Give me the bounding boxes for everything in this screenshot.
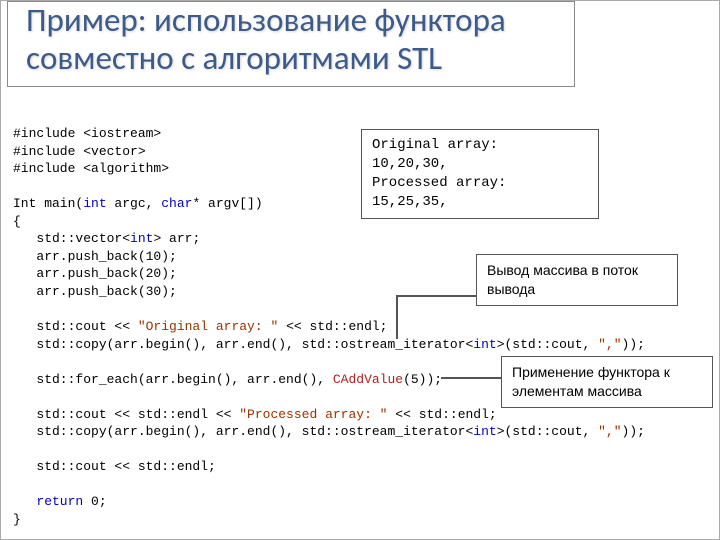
code-line: return 0;: [13, 494, 107, 509]
slide: Пример: использование функтора совместно…: [0, 0, 720, 540]
callout-stream: Вывод массива в поток вывода: [476, 254, 678, 306]
code-line: arr.push_back(20);: [13, 266, 177, 281]
code-line: arr.push_back(30);: [13, 284, 177, 299]
output-line: 15,25,35,: [372, 193, 588, 212]
title-box: Пример: использование функтора совместно…: [7, 1, 575, 87]
connector-line: [396, 295, 476, 297]
code-line: std::cout << std::endl << "Processed arr…: [13, 407, 497, 422]
code-block: #include <iostream> #include <vector> #i…: [13, 125, 707, 529]
code-line: Int main(int argc, char* argv[]): [13, 196, 263, 211]
code-line: }: [13, 512, 21, 527]
connector-line: [441, 377, 501, 379]
content-area: #include <iostream> #include <vector> #i…: [13, 125, 707, 529]
callout-functor: Применение функтора к элементам массива: [501, 356, 713, 408]
code-line: #include <vector>: [13, 144, 146, 159]
output-line: Original array:: [372, 136, 588, 155]
slide-title: Пример: использование функтора совместно…: [26, 2, 556, 78]
connector-line: [396, 295, 398, 339]
code-line: std::for_each(arr.begin(), arr.end(), CA…: [13, 372, 442, 387]
callout-text: Вывод массива в поток вывода: [487, 262, 638, 297]
code-line: std::copy(arr.begin(), arr.end(), std::o…: [13, 424, 645, 439]
code-line: #include <iostream>: [13, 126, 161, 141]
output-line: Processed array:: [372, 174, 588, 193]
callout-text: Применение функтора к элементам массива: [512, 364, 670, 399]
code-line: std::cout << std::endl;: [13, 459, 216, 474]
code-line: std::cout << "Original array: " << std::…: [13, 319, 387, 334]
code-line: {: [13, 214, 21, 229]
code-line: #include <algorithm>: [13, 161, 169, 176]
code-line: std::copy(arr.begin(), arr.end(), std::o…: [13, 337, 645, 352]
code-line: std::vector<int> arr;: [13, 231, 200, 246]
output-box: Original array: 10,20,30, Processed arra…: [361, 129, 599, 219]
output-line: 10,20,30,: [372, 155, 588, 174]
code-line: arr.push_back(10);: [13, 249, 177, 264]
